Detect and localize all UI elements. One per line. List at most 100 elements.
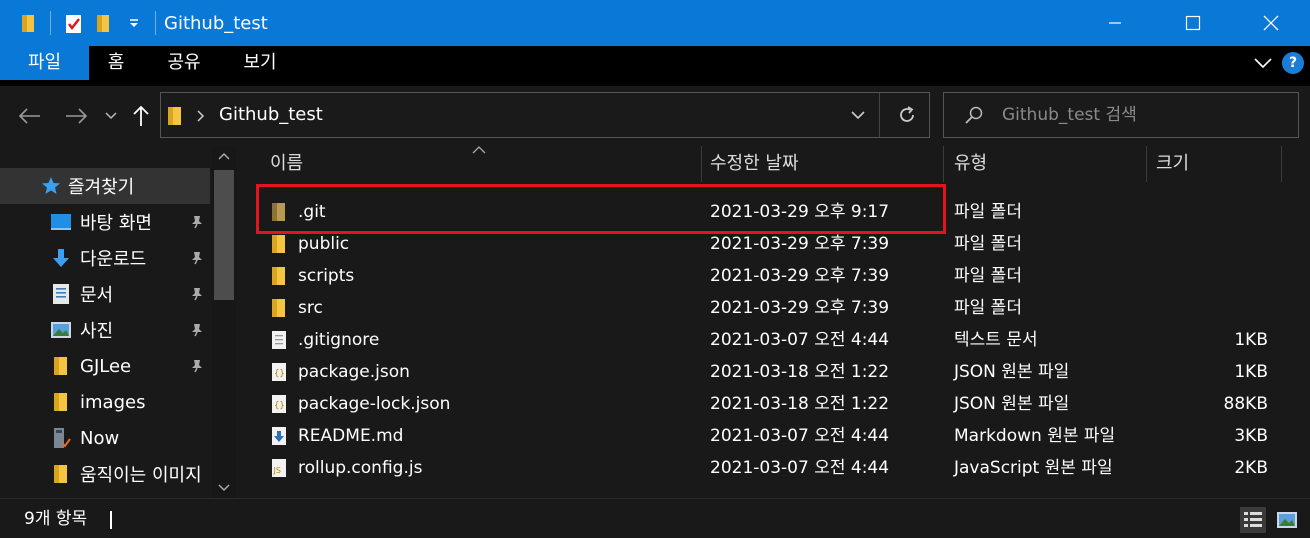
divider [50, 11, 51, 35]
table-row[interactable]: src 2021-03-29 오후 7:39 파일 폴더 [258, 292, 1308, 324]
file-type: 파일 폴더 [954, 202, 1022, 222]
window-title: Github_test [164, 12, 268, 34]
pin-icon [192, 252, 202, 265]
folder-icon [50, 391, 72, 413]
sidebar-item-now[interactable]: Now [0, 420, 212, 456]
column-header-name[interactable]: 이름 [270, 146, 303, 182]
expand-ribbon-icon[interactable] [1254, 57, 1272, 69]
column-divider[interactable] [943, 146, 944, 182]
address-bar[interactable]: Github_test [160, 92, 930, 138]
file-modified: 2021-03-07 오전 4:44 [710, 426, 890, 446]
folder-icon [50, 463, 72, 485]
sidebar-item-label: GJLee [80, 355, 132, 377]
new-folder-icon[interactable] [89, 8, 119, 38]
sidebar-item-downloads[interactable]: 다운로드 [0, 240, 212, 276]
recent-locations-button[interactable] [100, 86, 122, 146]
search-icon [965, 106, 983, 124]
scroll-down-icon[interactable] [218, 484, 230, 492]
help-button[interactable]: ? [1282, 52, 1304, 74]
sidebar-scrollbar[interactable] [212, 146, 236, 498]
drive-icon [50, 427, 72, 449]
large-icons-view-icon[interactable] [1274, 507, 1300, 533]
maximize-icon [1185, 15, 1201, 31]
column-header-modified[interactable]: 수정한 날짜 [710, 146, 799, 182]
sidebar-item-gjlee[interactable]: GJLee [0, 348, 212, 384]
maximize-button[interactable] [1154, 0, 1232, 46]
sidebar-item-label: 즐겨찾기 [68, 177, 135, 198]
file-size: 1KB [1234, 362, 1268, 382]
table-row[interactable]: README.md 2021-03-07 오전 4:44 Markdown 원본… [258, 420, 1308, 452]
scroll-up-icon[interactable] [218, 152, 230, 160]
file-name[interactable]: rollup.config.js [298, 452, 422, 484]
json-file-icon: {} [272, 363, 286, 381]
navigation-pane: 즐겨찾기 바탕 화면 다운로드 문서 사진 GJLee images Now 움… [0, 146, 236, 498]
svg-text:{}: {} [274, 401, 285, 411]
scrollbar-thumb[interactable] [214, 170, 234, 300]
file-type: 파일 폴더 [954, 298, 1022, 318]
column-divider[interactable] [701, 146, 702, 182]
file-name[interactable]: README.md [298, 420, 403, 452]
file-type: JavaScript 원본 파일 [954, 458, 1113, 478]
table-row[interactable]: .gitignore 2021-03-07 오전 4:44 텍스트 문서 1KB [258, 324, 1308, 356]
quick-access-toolbar: Github_test [0, 0, 268, 46]
sidebar-item-desktop[interactable]: 바탕 화면 [0, 204, 212, 240]
pin-icon [192, 324, 202, 337]
file-name[interactable]: .gitignore [298, 324, 379, 356]
navigation-bar: Github_test Github_test 검색 [0, 86, 1310, 146]
folder-icon[interactable] [14, 8, 44, 38]
table-row[interactable]: JS rollup.config.js 2021-03-07 오전 4:44 J… [258, 452, 1308, 484]
properties-icon[interactable] [59, 8, 89, 38]
file-name[interactable]: package-lock.json [298, 388, 450, 420]
sidebar-item-documents[interactable]: 문서 [0, 276, 212, 312]
back-button[interactable] [14, 86, 46, 146]
sidebar-item-label: 바탕 화면 [80, 213, 152, 234]
file-name[interactable]: src [298, 292, 323, 324]
table-row[interactable]: scripts 2021-03-29 오후 7:39 파일 폴더 [258, 260, 1308, 292]
search-box[interactable]: Github_test 검색 [943, 92, 1299, 138]
column-divider[interactable] [1146, 146, 1147, 182]
up-button[interactable] [128, 86, 154, 146]
column-divider[interactable] [1281, 146, 1282, 182]
tab-file[interactable]: 파일 [0, 46, 89, 80]
minimize-button[interactable] [1076, 0, 1154, 46]
file-modified: 2021-03-07 오전 4:44 [710, 330, 890, 350]
folder-icon [272, 267, 285, 285]
column-header-type[interactable]: 유형 [954, 146, 987, 182]
arrow-right-icon [66, 108, 87, 124]
download-icon [50, 247, 72, 269]
details-view-icon[interactable] [1240, 507, 1266, 533]
search-input[interactable]: Github_test 검색 [1002, 93, 1137, 137]
sidebar-item-label: 사진 [80, 321, 114, 342]
table-row[interactable]: {} package-lock.json 2021-03-18 오전 1:22 … [258, 388, 1308, 420]
table-row[interactable]: {} package.json 2021-03-18 오전 1:22 JSON … [258, 356, 1308, 388]
close-button[interactable] [1232, 0, 1310, 46]
refresh-icon[interactable] [897, 105, 917, 125]
address-dropdown-icon[interactable] [851, 110, 865, 120]
arrow-up-icon [133, 105, 149, 126]
sidebar-item-images[interactable]: images [0, 384, 212, 420]
customize-dropdown-icon[interactable] [119, 8, 149, 38]
file-type: JSON 원본 파일 [954, 362, 1070, 382]
file-size: 88KB [1223, 394, 1268, 414]
sidebar-item-pictures[interactable]: 사진 [0, 312, 212, 348]
tab-share[interactable]: 공유 [164, 46, 204, 80]
tab-view[interactable]: 보기 [240, 46, 280, 80]
tab-home[interactable]: 홈 [100, 46, 132, 80]
ribbon: 파일 홈 공유 보기 ? [0, 46, 1310, 86]
minimize-icon [1109, 22, 1121, 24]
divider [155, 11, 156, 35]
file-name[interactable]: package.json [298, 356, 410, 388]
document-icon [50, 283, 72, 305]
text-cursor [110, 511, 112, 529]
forward-button[interactable] [60, 86, 92, 146]
address-path[interactable]: Github_test [219, 93, 323, 137]
file-modified: 2021-03-18 오전 1:22 [710, 394, 890, 414]
file-name[interactable]: scripts [298, 260, 354, 292]
svg-text:{}: {} [274, 369, 285, 379]
sidebar-item-animated-images[interactable]: 움직이는 이미지 [0, 456, 212, 492]
sidebar-item-label: 움직이는 이미지 [80, 465, 202, 486]
star-icon [40, 175, 62, 197]
sidebar-item-quick-access[interactable]: 즐겨찾기 [0, 168, 210, 204]
file-modified: 2021-03-29 오후 7:39 [710, 298, 890, 318]
column-header-size[interactable]: 크기 [1156, 146, 1189, 182]
